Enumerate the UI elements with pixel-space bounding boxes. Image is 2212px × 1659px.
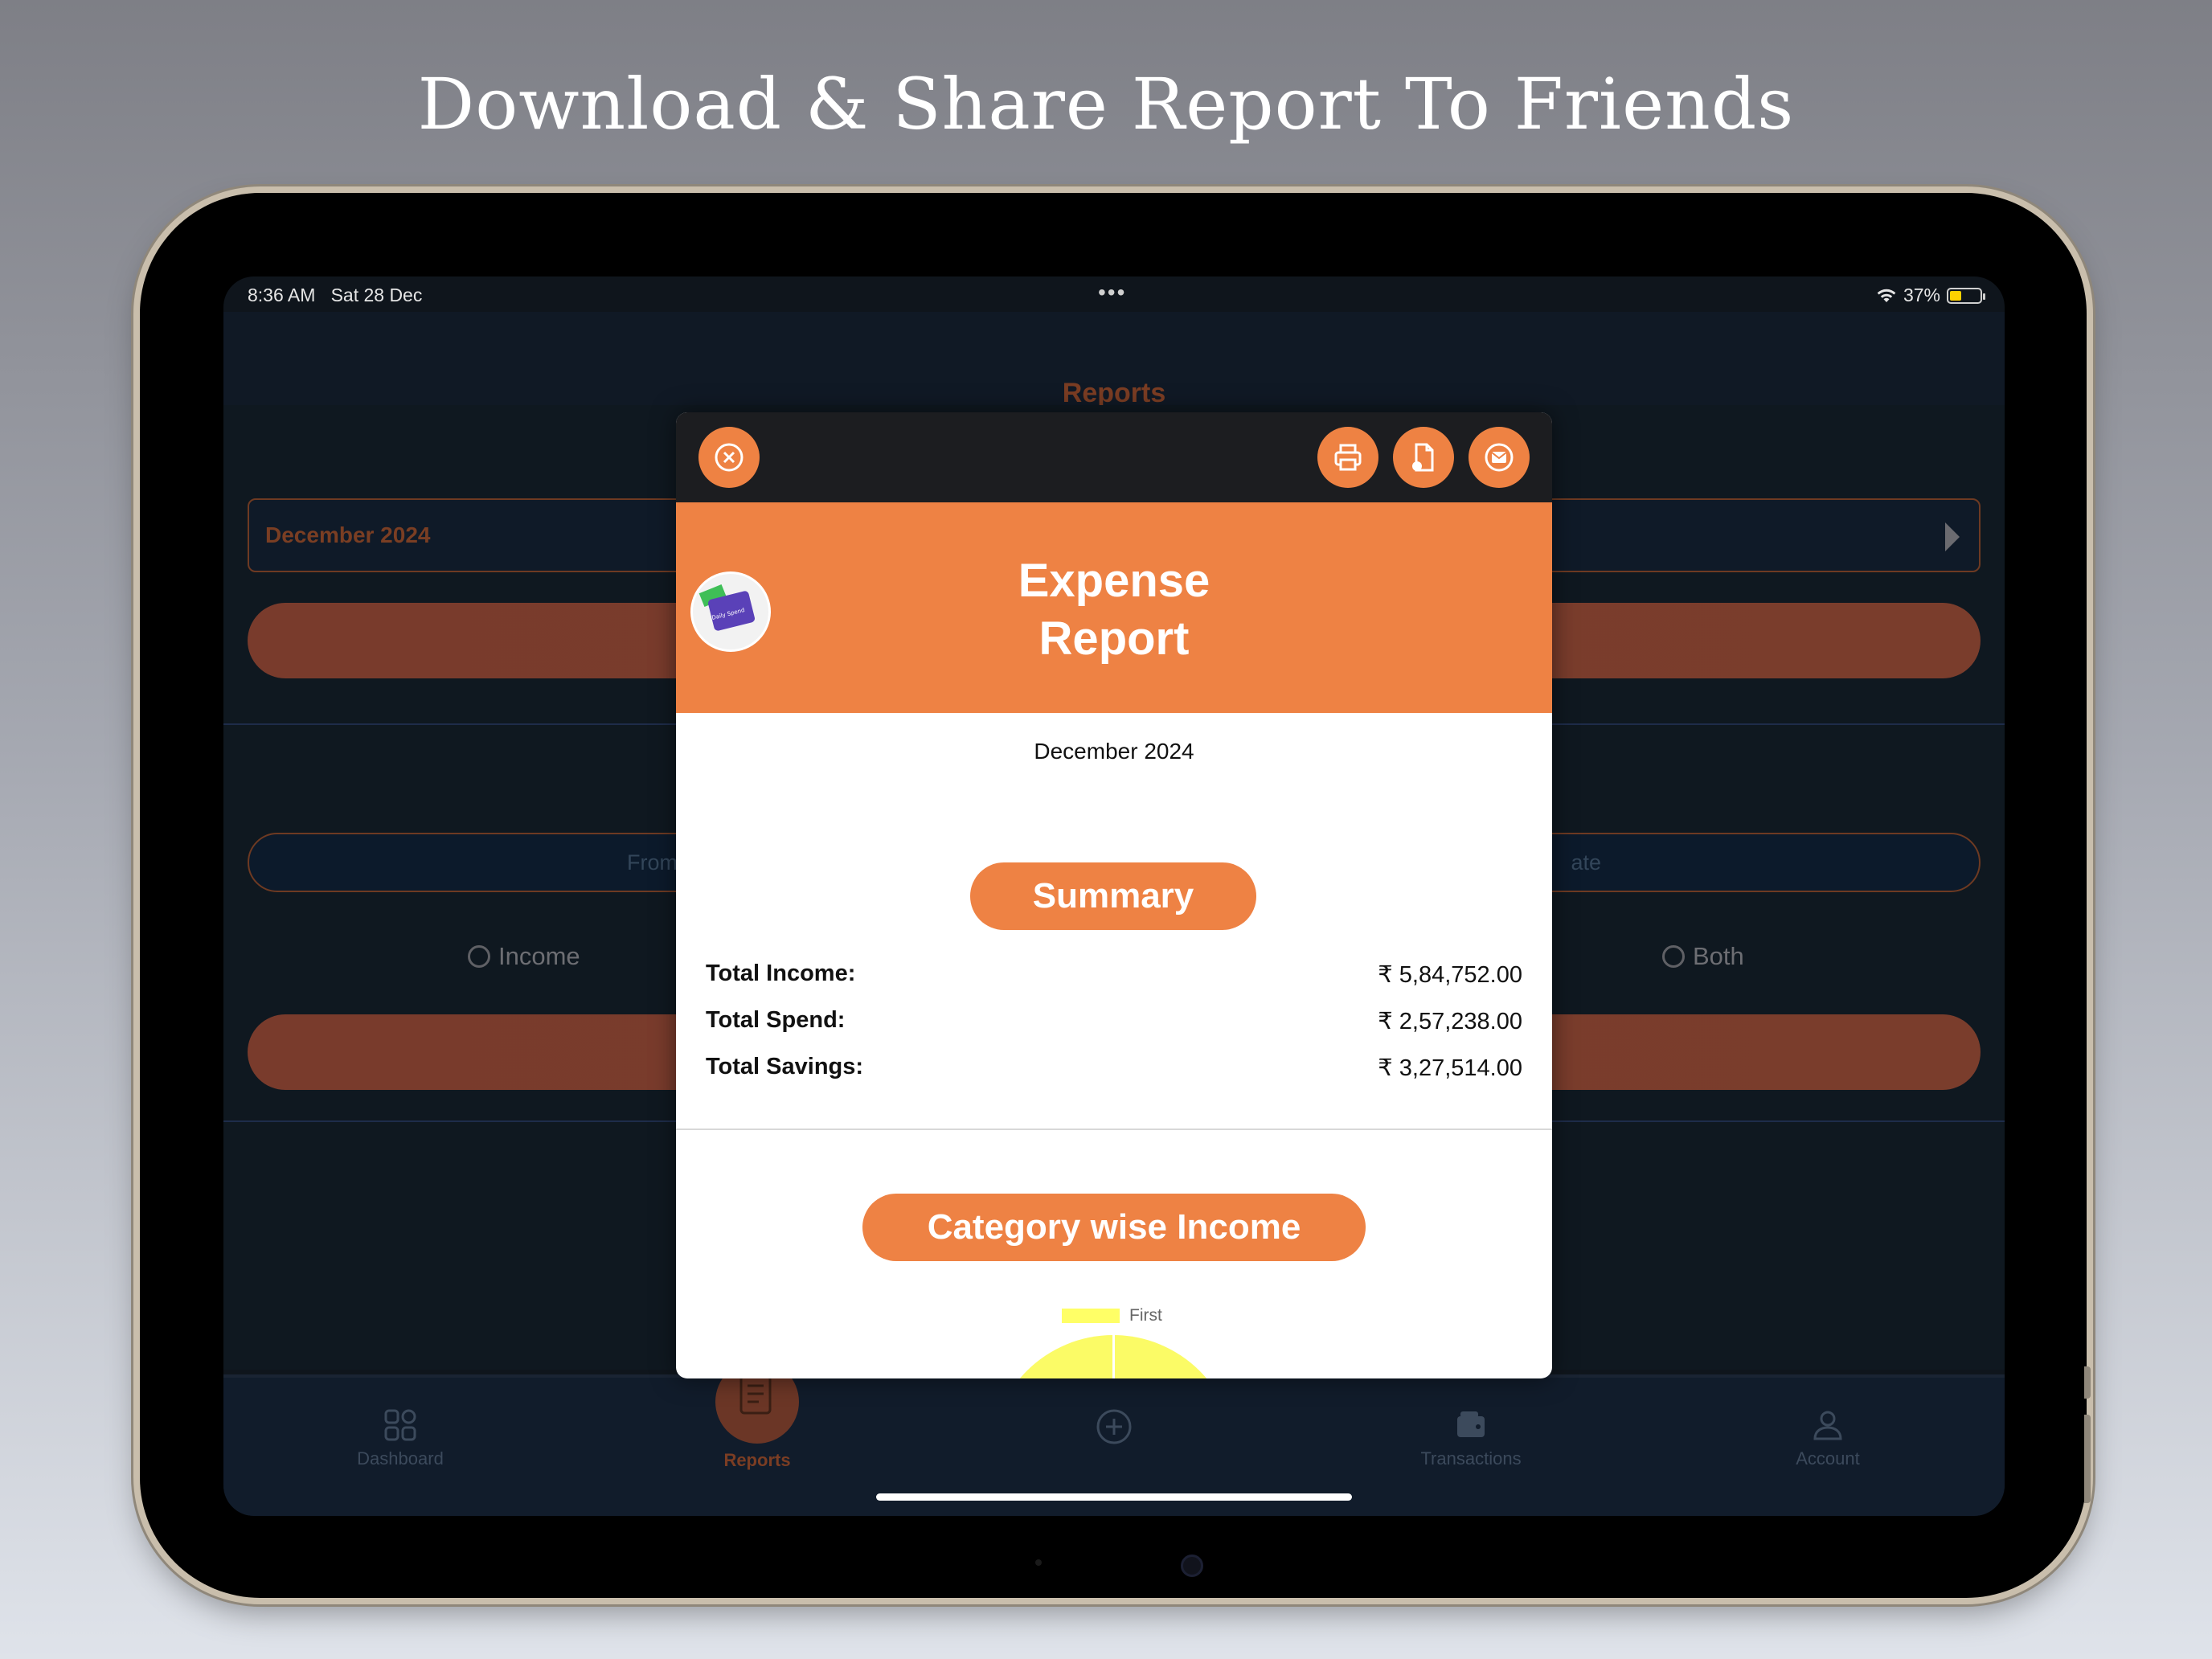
- camera-lens: [1181, 1555, 1203, 1577]
- battery-percent: 37%: [1903, 285, 1940, 305]
- tab-account[interactable]: Account: [1739, 1407, 1916, 1469]
- summary-row-savings: Total Savings: ₹ 3,27,514.00: [706, 1054, 1522, 1086]
- sensor-dot: [1035, 1559, 1042, 1566]
- pdf-document-icon: [1412, 443, 1434, 472]
- wifi-icon: [1877, 289, 1896, 302]
- mail-icon: [1485, 443, 1514, 472]
- status-date: Sat 28 Dec: [330, 285, 423, 305]
- legend-label-first: First: [1129, 1306, 1162, 1325]
- tab-reports-label: Reports: [723, 1450, 791, 1470]
- radio-circle-icon: [1662, 945, 1685, 968]
- report-divider: [676, 1129, 1552, 1130]
- legend-swatch: [1062, 1309, 1120, 1323]
- close-preview-button[interactable]: [698, 427, 760, 488]
- summary-row-label: Total Spend:: [706, 1007, 846, 1033]
- tab-dashboard-label: Dashboard: [357, 1448, 444, 1469]
- month-selector-label: December 2024: [265, 522, 431, 547]
- radio-income[interactable]: Income: [468, 942, 580, 971]
- battery-icon: [1947, 287, 1985, 304]
- tab-account-label: Account: [1796, 1448, 1860, 1469]
- tab-dashboard[interactable]: Dashboard: [312, 1407, 489, 1469]
- summary-row-spend: Total Spend: ₹ 2,57,238.00: [706, 1007, 1522, 1039]
- chart-legend: First: [1062, 1306, 1162, 1325]
- status-bar: 8:36 AM Sat 28 Dec ••• 37%: [223, 276, 2005, 312]
- report-period: December 2024: [1034, 739, 1194, 764]
- report-title-line1: Expense: [1018, 555, 1210, 607]
- chevron-right-icon[interactable]: [1945, 522, 1960, 551]
- device-side-button: [2084, 1366, 2091, 1399]
- report-title-line2: Report: [1038, 612, 1190, 665]
- multitask-dots-icon[interactable]: •••: [1098, 280, 1126, 305]
- summary-heading: Summary: [970, 862, 1256, 930]
- close-circle-icon: [715, 443, 743, 472]
- app-screen: 8:36 AM Sat 28 Dec ••• 37% Reports Decem…: [223, 276, 2005, 1516]
- report-preview-sheet: Daily Spend Expense Report December 2024…: [676, 412, 1552, 1378]
- tab-transactions[interactable]: Transactions: [1382, 1407, 1559, 1469]
- user-icon: [1813, 1411, 1842, 1440]
- add-circle-icon: [1096, 1409, 1132, 1444]
- radio-circle-icon: [468, 945, 490, 968]
- status-indicators: 37%: [1876, 285, 1985, 306]
- summary-row-value: ₹ 3,27,514.00: [1378, 1055, 1522, 1081]
- print-button[interactable]: [1317, 427, 1378, 488]
- summary-row-label: Total Income:: [706, 961, 856, 986]
- tab-add[interactable]: [1026, 1407, 1202, 1452]
- export-pdf-button[interactable]: [1393, 427, 1454, 488]
- report-title: Expense Report: [676, 552, 1552, 668]
- report-header: Daily Spend Expense Report: [676, 502, 1552, 713]
- to-date-placeholder: ate: [1571, 850, 1601, 875]
- radio-both-label: Both: [1693, 942, 1744, 970]
- from-date-placeholder: From: [627, 850, 678, 875]
- device-side-button: [2084, 1415, 2091, 1503]
- email-report-button[interactable]: [1469, 427, 1530, 488]
- summary-row-value: ₹ 5,84,752.00: [1378, 962, 1522, 988]
- status-clock: 8:36 AM: [248, 285, 316, 305]
- radio-income-label: Income: [498, 942, 580, 970]
- preview-toolbar: [676, 412, 1552, 502]
- summary-row-income: Total Income: ₹ 5,84,752.00: [706, 961, 1522, 993]
- home-indicator[interactable]: [876, 1493, 1352, 1501]
- promo-headline: Download & Share Report To Friends: [417, 63, 1795, 145]
- status-time: 8:36 AM Sat 28 Dec: [248, 285, 422, 306]
- category-income-heading: Category wise Income: [862, 1194, 1366, 1261]
- tab-reports[interactable]: Reports: [669, 1450, 846, 1471]
- wallet-icon: [1457, 1411, 1485, 1437]
- summary-row-value: ₹ 2,57,238.00: [1378, 1009, 1522, 1034]
- tab-transactions-label: Transactions: [1420, 1448, 1522, 1469]
- dashboard-grid-icon: [384, 1409, 416, 1441]
- summary-row-label: Total Savings:: [706, 1054, 864, 1079]
- printer-icon: [1334, 444, 1362, 471]
- radio-both[interactable]: Both: [1662, 942, 1744, 971]
- pie-slice-separator: [1112, 1335, 1115, 1378]
